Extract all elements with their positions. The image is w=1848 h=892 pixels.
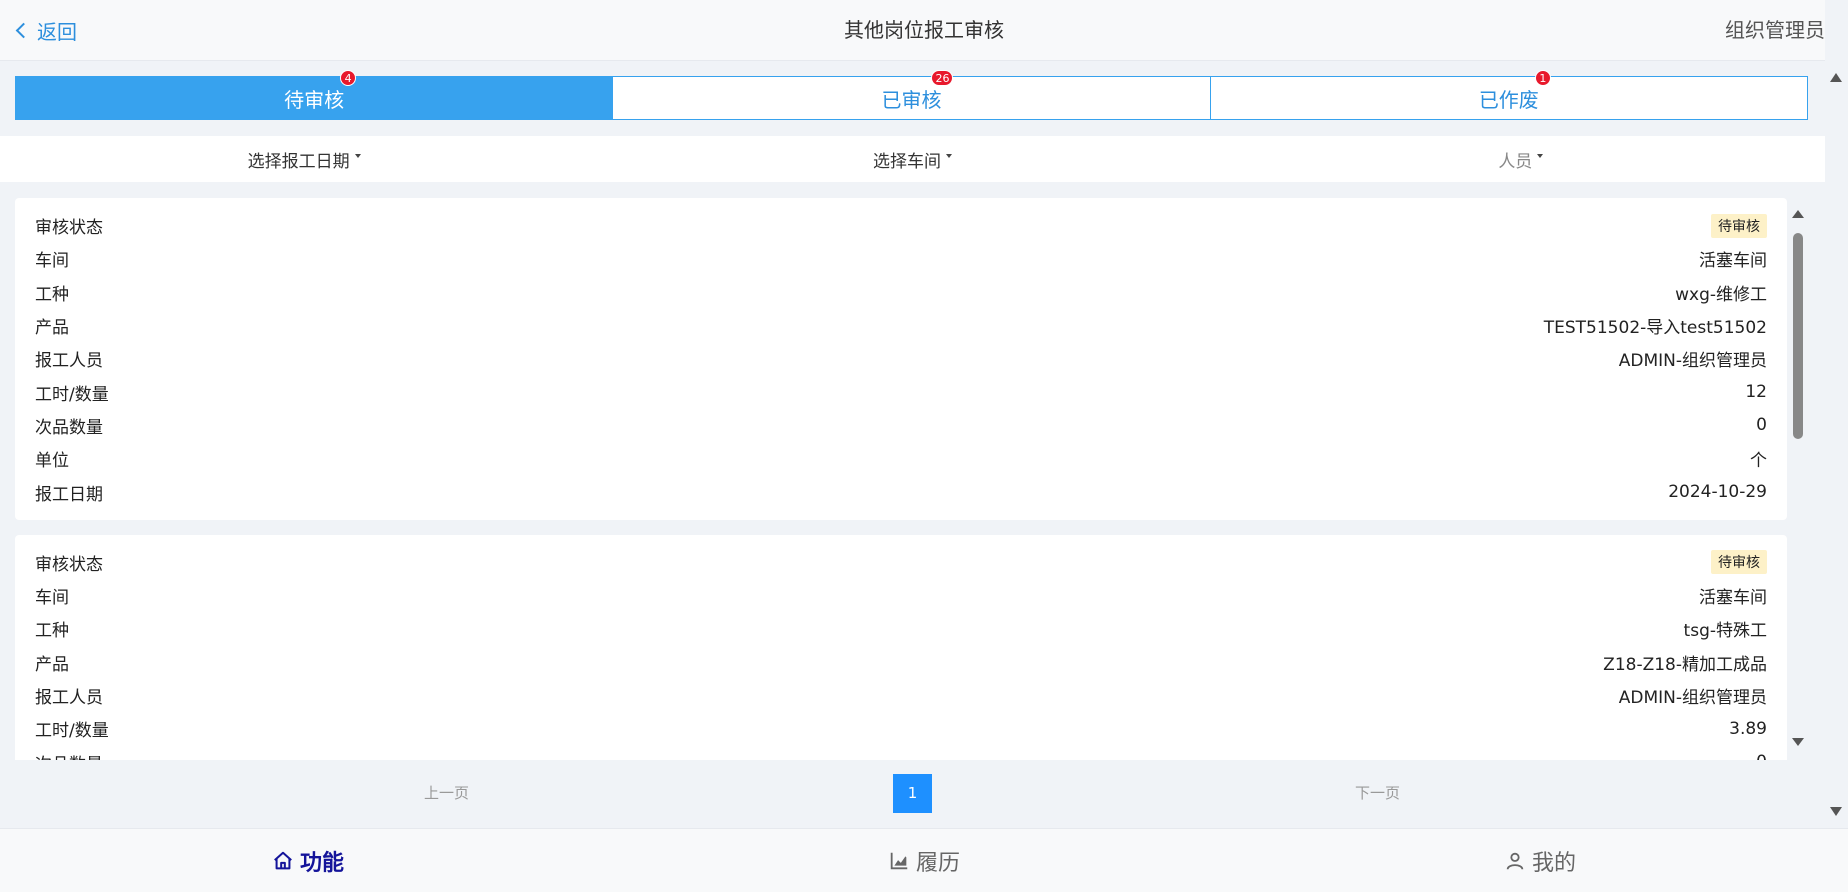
row-value: 活塞车间	[1699, 588, 1767, 609]
card-row: 工种 tsg-特殊工	[35, 612, 1767, 645]
row-value: 3.89	[1729, 718, 1767, 739]
card-row: 单位 个	[35, 442, 1767, 475]
row-key: 报工人员	[35, 688, 103, 708]
status-badge: 待审核	[1711, 213, 1767, 238]
row-key: 单位	[35, 451, 69, 472]
row-key: 次品数量	[35, 750, 103, 760]
list-scrollbar[interactable]	[1790, 206, 1806, 752]
row-value: Z18-Z18-精加工成品	[1603, 654, 1767, 675]
home-icon	[274, 851, 292, 869]
tab-voided[interactable]: 已作废 1	[1209, 69, 1807, 119]
filter-workshop-label: 选择车间	[872, 151, 941, 172]
row-value: 0	[1756, 752, 1767, 760]
row-key: 产品	[35, 318, 69, 339]
row-key: 审核状态	[35, 554, 103, 575]
scroll-up-arrow-icon[interactable]	[1830, 73, 1842, 82]
filter-report-date[interactable]: 选择报工日期	[0, 136, 608, 182]
row-key: 报工日期	[35, 484, 103, 505]
card-row: 产品 Z18-Z18-精加工成品	[35, 646, 1767, 679]
filter-person[interactable]: 人员	[1217, 136, 1825, 182]
row-value: ADMIN-组织管理员	[1618, 688, 1767, 708]
row-value: wxg-维修工	[1675, 284, 1767, 305]
tab-reviewed[interactable]: 已审核 26	[612, 69, 1209, 119]
chart-icon	[890, 852, 908, 869]
back-button[interactable]: 返回	[15, 0, 77, 60]
user-icon	[1506, 852, 1524, 870]
tab-pending-label: 待审核	[284, 87, 345, 112]
tabbar-function-label: 功能	[299, 850, 344, 876]
filter-person-label: 人员	[1498, 151, 1533, 172]
page-number-button[interactable]: 1	[893, 774, 932, 813]
row-key: 报工人员	[35, 351, 103, 372]
row-value: TEST51502-导入test51502	[1543, 318, 1767, 339]
row-key: 工时/数量	[35, 721, 109, 742]
tab-voided-badge: 1	[1534, 69, 1551, 86]
caret-down-icon	[354, 154, 361, 158]
card-row: 报工人员 ADMIN-组织管理员	[35, 679, 1767, 712]
report-card[interactable]: 审核状态 待审核 车间 活塞车间 工种 tsg-特殊工 产品 Z18-Z18-精加工成…	[15, 534, 1787, 760]
tabbar-mine-label: 我的	[1531, 850, 1576, 876]
row-key: 审核状态	[35, 218, 103, 239]
row-key: 工种	[35, 621, 69, 642]
page-scrollbar[interactable]	[1825, 60, 1848, 828]
row-value: 2024-10-29	[1668, 482, 1767, 503]
user-role-label[interactable]: 组织管理员	[1725, 0, 1825, 60]
back-label: 返回	[37, 19, 77, 44]
row-value: 个	[1750, 451, 1767, 472]
card-row: 审核状态 待审核	[35, 546, 1767, 579]
card-row: 车间 活塞车间	[35, 579, 1767, 612]
tabbar-history[interactable]: 履历	[616, 829, 1232, 892]
chevron-left-icon	[15, 22, 32, 39]
tabbar-function[interactable]: 功能	[0, 829, 616, 892]
filter-report-date-label: 选择报工日期	[247, 151, 350, 172]
card-row: 报工人员 ADMIN-组织管理员	[35, 342, 1767, 375]
filter-workshop[interactable]: 选择车间	[608, 136, 1216, 182]
card-row: 审核状态 待审核	[35, 209, 1767, 242]
tab-pending-badge: 4	[340, 69, 357, 86]
tab-reviewed-badge: 26	[931, 69, 954, 86]
row-key: 车间	[35, 251, 69, 272]
status-tabs: 待审核 4 已审核 26 已作废 1	[15, 69, 1808, 120]
card-row: 工种 wxg-维修工	[35, 276, 1767, 309]
row-value: ADMIN-组织管理员	[1618, 351, 1767, 372]
card-row: 工时/数量 3.89	[35, 712, 1767, 745]
top-nav-bar: 返回 其他岗位报工审核 组织管理员	[0, 0, 1825, 61]
report-card[interactable]: 审核状态 待审核 车间 活塞车间 工种 wxg-维修工 产品 TEST51502-导入…	[15, 198, 1787, 520]
card-row: 报工日期 2024-10-29	[35, 475, 1767, 508]
status-badge: 待审核	[1711, 550, 1767, 575]
tab-pending[interactable]: 待审核 4	[16, 69, 613, 119]
scroll-down-arrow-icon	[1792, 738, 1804, 746]
tabbar-mine[interactable]: 我的	[1232, 829, 1848, 892]
row-value: 活塞车间	[1699, 251, 1767, 272]
row-key: 工种	[35, 284, 69, 305]
row-key: 工时/数量	[35, 384, 109, 405]
row-key: 车间	[35, 588, 69, 609]
next-page-button[interactable]: 下一页	[1355, 760, 1400, 826]
card-row: 车间 活塞车间	[35, 242, 1767, 275]
caret-down-icon	[945, 154, 952, 158]
tabbar-history-label: 履历	[915, 850, 960, 876]
card-row: 次品数量 0	[35, 745, 1767, 760]
card-row: 产品 TEST51502-导入test51502	[35, 309, 1767, 342]
pagination: 上一页 1 下一页	[0, 760, 1825, 826]
row-value: 0	[1756, 415, 1767, 436]
caret-down-icon	[1537, 154, 1544, 158]
card-row: 工时/数量 12	[35, 375, 1767, 408]
page-title: 其他岗位报工审核	[844, 18, 1004, 42]
row-value: 12	[1745, 382, 1767, 403]
tab-voided-label: 已作废	[1478, 87, 1539, 112]
filter-bar: 选择报工日期 选择车间 人员	[0, 136, 1825, 182]
row-key: 产品	[35, 654, 69, 675]
scrollbar-thumb	[1793, 233, 1803, 439]
bottom-tab-bar: 功能 履历 我的	[0, 828, 1848, 892]
prev-page-button[interactable]: 上一页	[424, 760, 469, 826]
row-value: tsg-特殊工	[1683, 621, 1767, 642]
tab-reviewed-label: 已审核	[881, 87, 942, 112]
scroll-up-arrow-icon	[1792, 210, 1804, 218]
row-key: 次品数量	[35, 417, 103, 438]
report-list[interactable]: 审核状态 待审核 车间 活塞车间 工种 wxg-维修工 产品 TEST51502-导入…	[15, 198, 1787, 760]
card-row: 次品数量 0	[35, 409, 1767, 442]
scroll-down-arrow-icon[interactable]	[1830, 807, 1842, 816]
